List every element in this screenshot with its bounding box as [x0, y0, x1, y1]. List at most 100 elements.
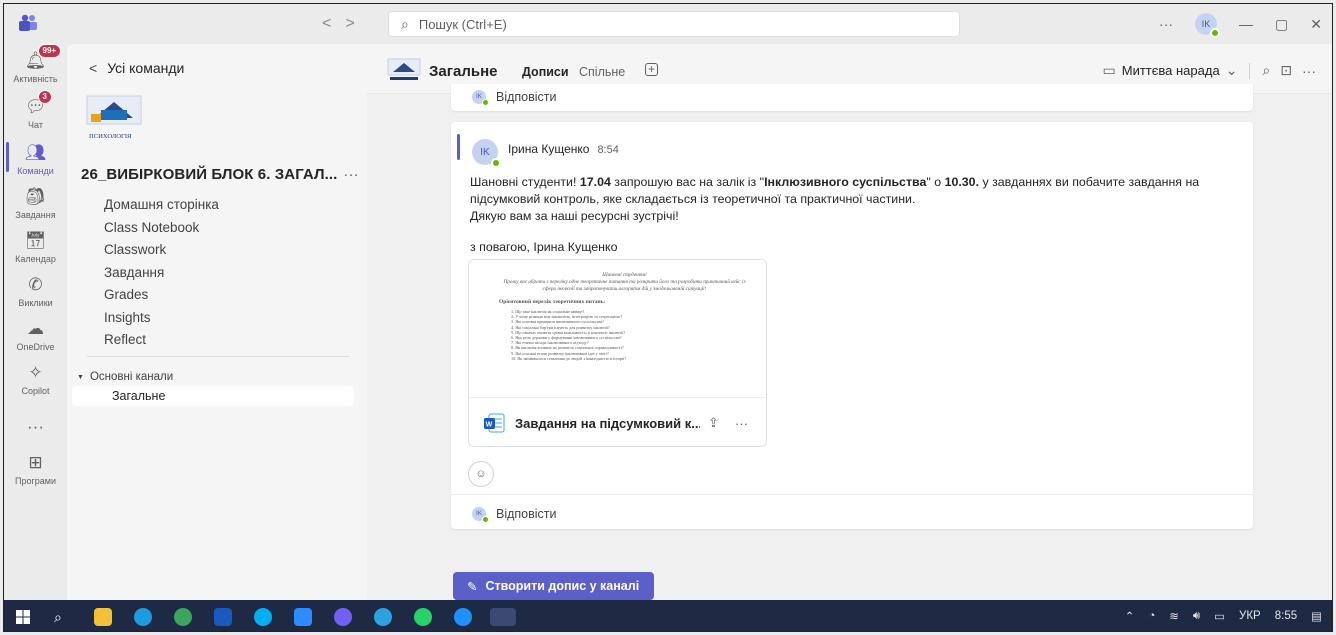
team-nav-class-notebook[interactable]: Class Notebook [104, 217, 219, 240]
calendar-icon: 📅︎ [24, 231, 47, 250]
rail-assignments[interactable]: 🎒︎ Завдання [4, 186, 67, 220]
chat-icon: 💬︎ 3 [25, 90, 52, 118]
attachment-name[interactable]: Завдання на підсумковий к... [515, 416, 700, 431]
more-options-button[interactable]: ··· [1159, 16, 1173, 32]
rail-label: Програми [15, 476, 56, 486]
rail-activity[interactable]: 🔔︎ 99+ Активність [4, 44, 67, 84]
author-avatar[interactable]: IK [472, 139, 501, 168]
avatar-initials: IK [476, 94, 482, 100]
cloud-icon: ☁︎ [27, 319, 44, 338]
add-tab-icon[interactable]: + [645, 63, 658, 76]
teams-icon: 👥︎ [24, 143, 47, 162]
windows-start-icon[interactable] [14, 608, 32, 626]
chevron-up-icon[interactable]: ⌃ [1125, 609, 1135, 623]
whatsapp-icon[interactable] [414, 608, 432, 626]
restore-button[interactable]: ▢ [1275, 16, 1288, 33]
reply-button[interactable]: IK Відповісти [472, 507, 557, 523]
teams-taskbar-icon[interactable] [490, 608, 516, 626]
rail-calls[interactable]: ✆ Виклики [4, 274, 67, 308]
team-nav-insights[interactable]: Insights [104, 307, 219, 330]
chat-badge: 3 [37, 90, 52, 104]
presence-available-icon [482, 516, 489, 523]
battery-icon[interactable]: ▭ [1214, 609, 1225, 623]
post-time: 8:54 [597, 144, 619, 156]
viber-icon[interactable] [334, 608, 352, 626]
forward-arrow-icon[interactable]: > [345, 15, 368, 32]
skype-icon[interactable] [254, 608, 272, 626]
word-icon[interactable] [214, 608, 232, 626]
tab-shared[interactable]: Спільне [579, 65, 625, 79]
chrome-icon[interactable] [174, 608, 192, 626]
tab-posts[interactable]: Дописи [522, 65, 569, 95]
wifi-icon[interactable]: ≋ [1169, 609, 1179, 623]
history-nav[interactable]: <> [322, 15, 369, 33]
more-options-icon[interactable]: ··· [1302, 63, 1316, 79]
apps-icon: ⊞ [28, 453, 43, 472]
attachment-more-icon[interactable]: ··· [735, 416, 748, 431]
chevron-down-icon[interactable]: ⌄ [1226, 62, 1238, 79]
phone-icon: ✆ [28, 275, 43, 294]
share-icon[interactable]: ⇪ [708, 415, 719, 431]
back-to-teams[interactable]: < Усі команди [89, 60, 184, 76]
channel-post: IK Ірина Кущенко 8:54 Шановні студенти! 1… [451, 122, 1253, 529]
document-preview: Шановні студенти! Прошу вас обрати з пер… [469, 260, 766, 398]
msg-course: Інклюзивного суспільства [764, 175, 927, 189]
telegram-icon[interactable] [374, 608, 392, 626]
msg-thanks: Дякую вам за наші ресурсні зустрічі! [470, 209, 679, 223]
assignments-icon: 🎒︎ [24, 187, 47, 206]
channels-section-header[interactable]: ▼ Основні канали [77, 371, 173, 383]
post-message: Шановні студенти! 17.04 запрошую вас на … [470, 174, 1260, 225]
back-arrow-icon[interactable]: < [322, 15, 345, 32]
rail-onedrive[interactable]: ☁︎ OneDrive [4, 318, 67, 352]
chevron-left-icon: < [89, 60, 98, 76]
presence-available-icon [482, 99, 489, 106]
team-nav-grades[interactable]: Grades [104, 284, 219, 307]
notifications-icon[interactable]: ▤ [1311, 609, 1322, 623]
rail-copilot[interactable]: ✧ Copilot [4, 362, 67, 396]
rail-more[interactable]: ··· [4, 416, 67, 440]
meet-now-label: Миттєва нарада [1121, 63, 1220, 78]
search-icon[interactable]: ⌕ [54, 608, 72, 626]
file-attachment-card[interactable]: Шановні студенти! Прошу вас обрати з пер… [468, 259, 767, 447]
new-post-button[interactable]: ✎ Створити допис у каналі [453, 572, 654, 600]
add-reaction-icon[interactable]: ☺ [468, 461, 494, 487]
rail-label: Чат [28, 120, 43, 130]
team-nav-classwork[interactable]: Classwork [104, 239, 219, 262]
team-nav-reflect[interactable]: Reflect [104, 329, 219, 352]
back-label: Усі команди [107, 60, 185, 76]
language-indicator[interactable]: УКР [1239, 610, 1261, 622]
team-more-icon[interactable]: ··· [343, 166, 358, 183]
search-icon[interactable]: ⌕ [1262, 62, 1270, 79]
teams-window: <> ⌕ Пошук (Ctrl+E) ··· IK — ▢ ✕ 🔔︎ 99+ А… [3, 3, 1333, 632]
reply-label: Відповісти [496, 507, 557, 521]
channel-general[interactable]: Загальне [72, 386, 354, 406]
team-nav-home[interactable]: Домашня сторінка [104, 194, 219, 217]
msg-time: 10.30. [944, 175, 980, 189]
zoom-icon[interactable] [294, 608, 312, 626]
file-explorer-icon[interactable] [94, 608, 112, 626]
rail-chat[interactable]: 💬︎ 3 Чат [4, 90, 67, 130]
clock[interactable]: 8:55 [1275, 610, 1297, 622]
rail-apps[interactable]: ⊞ Програми [4, 452, 67, 486]
team-nav-assignments[interactable]: Завдання [104, 262, 219, 285]
browser-icon[interactable] [454, 608, 472, 626]
presence-available-icon [1210, 28, 1221, 38]
profile-avatar[interactable]: IK [1195, 13, 1221, 38]
post-author[interactable]: Ірина Кущенко [508, 142, 589, 156]
team-name[interactable]: 26_ВИБІРКОВИЙ БЛОК 6. ЗАГАЛ... ··· [81, 166, 359, 183]
search-input[interactable]: ⌕ Пошук (Ctrl+E) [388, 11, 960, 37]
meet-now-button[interactable]: ▭ Миттєва нарада ⌄ [1103, 62, 1238, 79]
minimize-button[interactable]: — [1239, 16, 1253, 32]
reply-button[interactable]: IK Відповісти [472, 90, 557, 106]
expand-icon[interactable]: ⊡ [1280, 62, 1292, 79]
rail-label: Активність [13, 74, 58, 84]
rail-calendar[interactable]: 📅︎ Календар [4, 230, 67, 264]
volume-icon[interactable]: 🔊︎ [1193, 610, 1200, 623]
avatar: IK [472, 90, 489, 106]
network-icon[interactable]: ◔ [1148, 610, 1155, 622]
avatar-initials: IK [480, 146, 490, 158]
close-button[interactable]: ✕ [1310, 16, 1322, 33]
rail-teams[interactable]: 👥︎ Команди [4, 142, 67, 176]
doc-intro: Прошу вас обрати з переліку одне теорети… [503, 279, 746, 292]
edge-icon[interactable] [134, 608, 152, 626]
